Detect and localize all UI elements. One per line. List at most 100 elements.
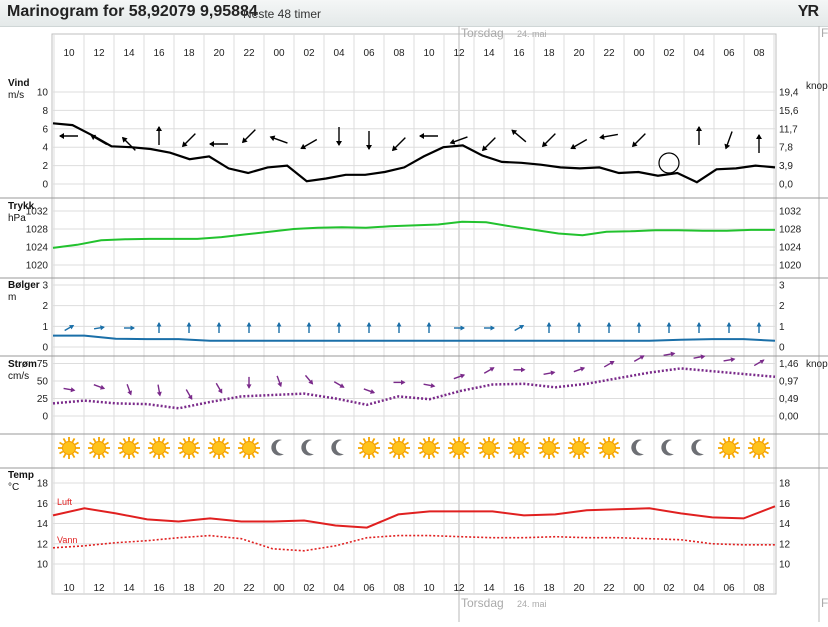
ytick-left: 10 xyxy=(37,88,49,99)
hour-label-top: 14 xyxy=(483,48,495,59)
ytick-left: 4 xyxy=(42,143,48,154)
hour-label-bottom: 12 xyxy=(93,583,105,594)
waves-title: Bølger xyxy=(8,280,40,291)
hour-label-bottom: 12 xyxy=(453,583,465,594)
day-label-top-1: Torsdag xyxy=(461,26,504,40)
wind-title: Vind xyxy=(8,78,29,89)
hour-label-bottom: 16 xyxy=(513,583,525,594)
wind-unit-right: knop xyxy=(806,81,828,92)
ytick-right: 12 xyxy=(779,539,791,550)
hour-label-bottom: 00 xyxy=(633,583,645,594)
ytick-left: 25 xyxy=(37,394,49,405)
ytick-left: 0 xyxy=(42,412,48,423)
hour-label-top: 14 xyxy=(123,48,135,59)
hour-label-bottom: 14 xyxy=(123,583,135,594)
ytick-right: 0,00 xyxy=(779,412,799,423)
hour-label-bottom: 14 xyxy=(483,583,495,594)
hour-label-top: 16 xyxy=(513,48,525,59)
ytick-left: 2 xyxy=(42,301,48,312)
hour-label-bottom: 22 xyxy=(603,583,615,594)
hour-label-bottom: 18 xyxy=(543,583,555,594)
day-label-bottom-2: Fredag xyxy=(821,596,828,610)
hour-label-top: 08 xyxy=(753,48,765,59)
hour-label-top: 18 xyxy=(183,48,195,59)
ytick-left: 75 xyxy=(37,359,49,370)
hour-label-top: 22 xyxy=(243,48,255,59)
hour-label-top: 22 xyxy=(603,48,615,59)
ytick-right: 0,97 xyxy=(779,377,799,388)
ytick-right: 3 xyxy=(779,281,785,292)
hour-label-bottom: 16 xyxy=(153,583,165,594)
hour-label-bottom: 20 xyxy=(213,583,225,594)
ytick-right: 0 xyxy=(779,343,785,354)
hour-label-bottom: 08 xyxy=(753,583,765,594)
ytick-left: 1 xyxy=(42,322,48,333)
ytick-right: 1 xyxy=(779,322,785,333)
current-title: Strøm xyxy=(8,359,37,370)
hour-label-bottom: 10 xyxy=(63,583,75,594)
hour-label-top: 00 xyxy=(633,48,645,59)
hour-label-bottom: 02 xyxy=(303,583,315,594)
ytick-right: 1032 xyxy=(779,207,802,218)
hour-label-top: 10 xyxy=(423,48,435,59)
day-label-top-2: Fredag xyxy=(821,26,828,40)
hour-label-bottom: 04 xyxy=(693,583,705,594)
ytick-right: 18 xyxy=(779,479,791,490)
ytick-left: 8 xyxy=(42,106,48,117)
hour-label-top: 20 xyxy=(213,48,225,59)
hour-label-bottom: 04 xyxy=(333,583,345,594)
hour-label-top: 04 xyxy=(693,48,705,59)
ytick-right: 3,9 xyxy=(779,161,793,172)
hour-label-bottom: 00 xyxy=(273,583,285,594)
temp-unit: °C xyxy=(8,482,19,493)
ytick-right: 19,4 xyxy=(779,88,799,99)
current-unit: cm/s xyxy=(8,371,29,382)
hour-label-bottom: 08 xyxy=(393,583,405,594)
ytick-left: 14 xyxy=(37,519,49,530)
air-temp-label: Luft xyxy=(57,497,73,507)
hour-label-top: 18 xyxy=(543,48,555,59)
ytick-left: 18 xyxy=(37,479,49,490)
ytick-left: 16 xyxy=(37,499,49,510)
waves-unit: m xyxy=(8,292,16,303)
hour-label-top: 08 xyxy=(393,48,405,59)
page-title: Marinogram for 58,92079 9,95884 xyxy=(7,3,258,20)
header-bar: Marinogram for 58,92079 9,95884 Neste 48… xyxy=(0,0,828,27)
hour-label-bottom: 20 xyxy=(573,583,585,594)
temp-title: Temp xyxy=(8,470,34,481)
hour-label-bottom: 22 xyxy=(243,583,255,594)
ytick-right: 15,6 xyxy=(779,106,799,117)
hour-label-bottom: 06 xyxy=(723,583,735,594)
hour-label-top: 16 xyxy=(153,48,165,59)
hour-label-top: 00 xyxy=(273,48,285,59)
ytick-right: 1028 xyxy=(779,225,802,236)
ytick-left: 1020 xyxy=(26,261,49,272)
water-temp-label: Vann xyxy=(57,535,77,545)
ytick-left: 0 xyxy=(42,343,48,354)
wind-unit: m/s xyxy=(8,90,24,101)
current-unit-right: knop xyxy=(806,359,828,370)
pressure-title: Trykk xyxy=(8,201,35,212)
marinogram-svg: Torsdag24. maiTorsdag24. maiFredag25. ma… xyxy=(0,26,828,622)
pressure-unit: hPa xyxy=(8,213,26,224)
ytick-right: 1,46 xyxy=(779,359,799,370)
ytick-right: 16 xyxy=(779,499,791,510)
hour-label-bottom: 10 xyxy=(423,583,435,594)
hour-label-top: 02 xyxy=(303,48,315,59)
yr-logo[interactable]: YR xyxy=(798,3,819,21)
hour-label-top: 02 xyxy=(663,48,675,59)
ytick-left: 50 xyxy=(37,377,49,388)
page-subtitle: Neste 48 timer xyxy=(243,7,322,21)
ytick-left: 6 xyxy=(42,124,48,135)
ytick-right: 11,7 xyxy=(779,124,798,135)
day-date-bottom-1: 24. mai xyxy=(517,599,547,609)
hour-label-top: 12 xyxy=(93,48,105,59)
marinogram-chart: Torsdag24. maiTorsdag24. maiFredag25. ma… xyxy=(0,26,828,622)
hour-label-bottom: 06 xyxy=(363,583,375,594)
ytick-right: 10 xyxy=(779,560,791,571)
ytick-left: 10 xyxy=(37,560,49,571)
ytick-left: 2 xyxy=(42,161,48,172)
hour-label-top: 06 xyxy=(723,48,735,59)
ytick-left: 12 xyxy=(37,539,49,550)
ytick-right: 7,8 xyxy=(779,143,793,154)
